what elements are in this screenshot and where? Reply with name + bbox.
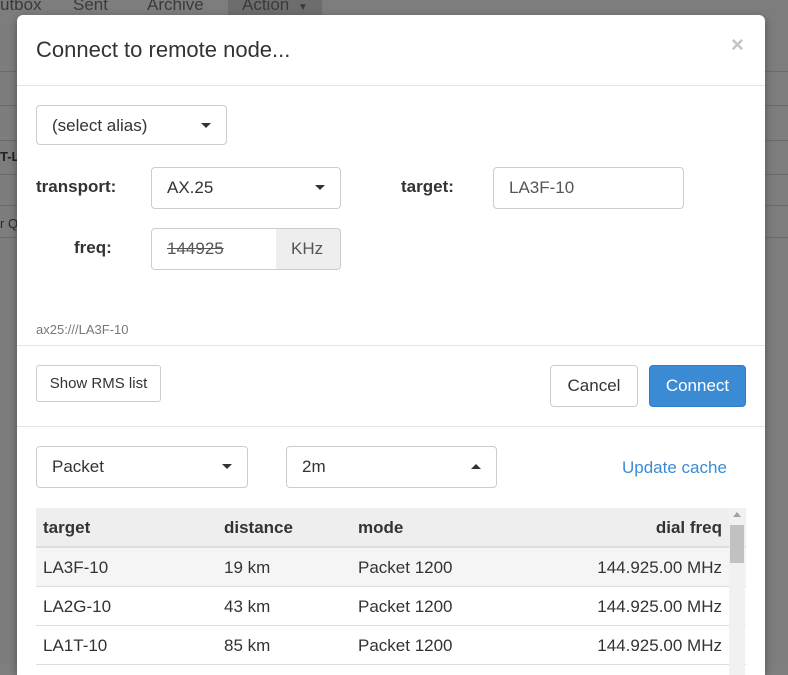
close-icon[interactable]: × [731, 32, 744, 58]
cell-dial-freq: 144.925.00 MHz [597, 597, 722, 616]
cell-target: LA1T-10 [43, 636, 108, 655]
connect-button[interactable]: Connect [649, 365, 746, 407]
alias-select[interactable]: (select alias) [36, 105, 227, 145]
update-cache-link[interactable]: Update cache [622, 458, 727, 478]
cell-target: LA3F-10 [43, 558, 109, 577]
column-header-target[interactable]: target [43, 518, 90, 538]
chevron-down-icon [222, 464, 232, 469]
band-select[interactable]: 2m [286, 446, 497, 488]
transport-label: transport: [36, 177, 117, 196]
cancel-button[interactable]: Cancel [550, 365, 638, 407]
cell-distance: 85 km [224, 636, 271, 655]
tab-archive: Archive [147, 0, 204, 14]
scrollbar-thumb[interactable] [730, 525, 744, 563]
tab-outbox: utbox [0, 0, 42, 14]
modal-title: Connect to remote node... [36, 37, 291, 62]
chevron-down-icon: ▼ [297, 2, 308, 13]
alias-select-value: (select alias) [52, 116, 148, 135]
divider [17, 345, 765, 346]
scroll-up-icon[interactable] [733, 512, 741, 517]
cell-dial-freq: 144.925.00 MHz [597, 636, 722, 655]
chevron-down-icon [201, 123, 211, 128]
divider [17, 426, 765, 427]
table-scrollbar[interactable] [729, 508, 745, 675]
cell-distance: 19 km [224, 558, 271, 577]
mode-select[interactable]: Packet [36, 446, 248, 488]
cell-mode: Packet 1200 [358, 558, 453, 577]
column-header-dial-freq[interactable]: dial freq [656, 518, 722, 538]
cell-target: LA2G-10 [43, 597, 112, 616]
transport-select[interactable]: AX.25 [151, 167, 341, 209]
target-label: target: [401, 177, 454, 196]
modal-header: Connect to remote node... × [17, 15, 765, 86]
table-row[interactable]: LA2G-10 43 km Packet 1200 144.925.00 MHz [36, 587, 746, 626]
freq-unit-addon: KHz [276, 228, 341, 270]
table-row[interactable]: LA1T-10 85 km Packet 1200 144.925.00 MHz [36, 626, 746, 665]
connect-modal: Connect to remote node... × (select alia… [17, 15, 765, 675]
cell-mode: Packet 1200 [358, 597, 453, 616]
table-header: target distance mode dial freq [36, 508, 746, 548]
chevron-up-icon [471, 464, 481, 469]
column-header-distance[interactable]: distance [224, 518, 293, 538]
column-header-mode[interactable]: mode [358, 518, 403, 538]
show-rms-list-button[interactable]: Show RMS list [36, 365, 161, 402]
freq-input[interactable]: 144925 [151, 228, 277, 270]
tab-action-label: Action [242, 0, 290, 14]
chevron-down-icon [315, 185, 325, 190]
transport-select-value: AX.25 [167, 178, 214, 197]
target-input[interactable]: LA3F-10 [493, 167, 684, 209]
url-hint: ax25:///LA3F-10 [36, 322, 129, 337]
cell-mode: Packet 1200 [358, 636, 453, 655]
freq-label: freq: [74, 238, 112, 257]
mode-select-value: Packet [52, 457, 104, 476]
background-text: r Q [0, 216, 19, 231]
table-row[interactable]: LA3F-10 19 km Packet 1200 144.925.00 MHz [36, 548, 746, 587]
cell-distance: 43 km [224, 597, 271, 616]
tab-sent: Sent [73, 0, 108, 14]
band-select-value: 2m [302, 457, 326, 476]
cell-dial-freq: 144.925.00 MHz [597, 558, 722, 577]
